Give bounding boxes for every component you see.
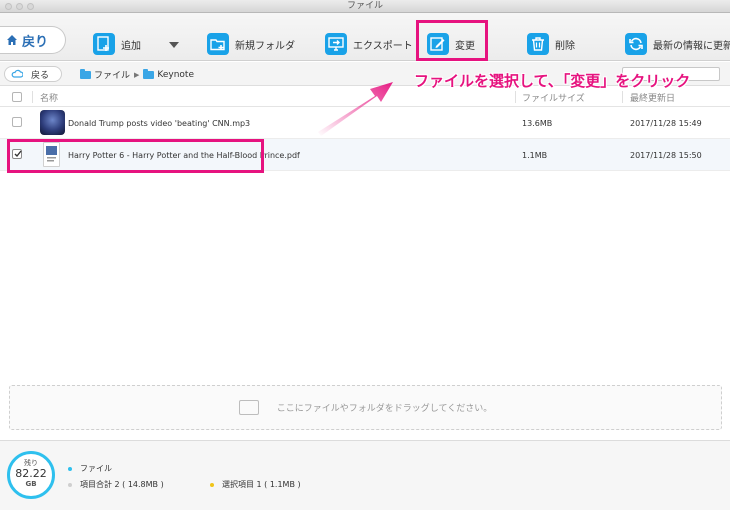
breadcrumb-item-keynote[interactable]: Keynote — [157, 70, 194, 80]
new-folder-button[interactable]: 新規フォルダ — [207, 29, 295, 59]
new-folder-label: 新規フォルダ — [235, 40, 295, 52]
column-header-name[interactable]: 名称 — [40, 91, 58, 104]
home-icon — [7, 35, 17, 45]
legend-category: ファイル — [68, 463, 112, 474]
column-header-date[interactable]: 最終更新日 — [630, 91, 675, 104]
legend-total-label: 項目合計 2 ( 14.8MB ) — [80, 480, 164, 489]
path-back-label: 戻る — [31, 70, 50, 81]
window-title: ファイル — [346, 1, 383, 11]
export-button[interactable]: エクスポート — [325, 29, 413, 59]
folder-icon — [143, 68, 155, 79]
add-button[interactable]: 追加 — [93, 29, 141, 59]
cloud-back-icon — [11, 69, 23, 78]
refresh-icon — [625, 33, 647, 55]
select-all-checkbox[interactable] — [12, 92, 22, 102]
gauge-value: 82.22 — [15, 467, 47, 480]
add-button-label: 追加 — [121, 40, 141, 52]
category-dot-icon — [68, 466, 72, 471]
edit-button-highlight — [416, 20, 488, 61]
refresh-label: 最新の情報に更新 — [653, 40, 730, 52]
legend-selected: 選択項目 1 ( 1.1MB ) — [210, 479, 301, 490]
back-button-label: 戻り — [22, 34, 49, 50]
gauge-unit: GB — [25, 480, 37, 488]
toolbar: 戻り 追加 新規フォルダ エクスポート 変更 削除 最新の情報に更新 — [0, 13, 730, 61]
drop-zone[interactable]: ここにファイルやフォルダをドラッグしてください。 — [9, 385, 722, 430]
refresh-button[interactable]: 最新の情報に更新 — [625, 29, 730, 59]
column-divider — [515, 91, 516, 103]
back-home-button[interactable]: 戻り — [0, 26, 66, 54]
add-dropdown-icon[interactable] — [169, 42, 179, 48]
file-size: 1.1MB — [522, 151, 548, 160]
breadcrumb-item-files[interactable]: ファイル — [94, 68, 130, 81]
trash-icon — [527, 33, 549, 55]
legend-total: 項目合計 2 ( 14.8MB ) — [68, 479, 164, 490]
instruction-annotation: ファイルを選択して、「変更」をクリック — [414, 72, 691, 90]
drop-zone-text: ここにファイルやフォルダをドラッグしてください。 — [276, 404, 493, 414]
add-file-icon — [93, 33, 115, 55]
export-icon — [325, 33, 347, 55]
legend-category-label: ファイル — [80, 464, 112, 473]
selected-dot-icon — [210, 482, 214, 487]
selected-row-highlight — [7, 139, 264, 173]
path-back-button[interactable]: 戻る — [4, 66, 62, 82]
file-size: 13.6MB — [522, 119, 553, 128]
column-header-size[interactable]: ファイルサイズ — [522, 91, 585, 104]
new-folder-icon — [207, 33, 229, 55]
delete-label: 削除 — [555, 40, 575, 52]
status-footer: 残り 82.22 GB ファイル 項目合計 2 ( 14.8MB ) 選択項目 … — [0, 440, 730, 510]
chevron-right-icon: ▶ — [134, 70, 140, 79]
export-label: エクスポート — [353, 40, 413, 52]
column-header-divider — [622, 91, 623, 103]
total-dot-icon — [68, 482, 72, 487]
column-divider — [32, 91, 33, 103]
delete-button[interactable]: 削除 — [527, 29, 575, 59]
table-row[interactable]: Donald Trump posts video 'beating' CNN.m… — [0, 107, 730, 139]
file-date: 2017/11/28 15:50 — [630, 151, 702, 160]
title-bar: ファイル — [0, 0, 730, 13]
music-file-thumbnail — [40, 110, 65, 135]
legend-selected-label: 選択項目 1 ( 1.1MB ) — [222, 480, 301, 489]
file-name: Donald Trump posts video 'beating' CNN.m… — [68, 119, 251, 128]
row-checkbox[interactable] — [12, 117, 22, 127]
file-date: 2017/11/28 15:49 — [630, 119, 702, 128]
folder-outline-icon — [238, 400, 259, 415]
storage-gauge: 残り 82.22 GB — [7, 451, 55, 499]
folder-icon — [80, 68, 91, 79]
breadcrumb: ファイル ▶ Keynote — [80, 68, 194, 81]
